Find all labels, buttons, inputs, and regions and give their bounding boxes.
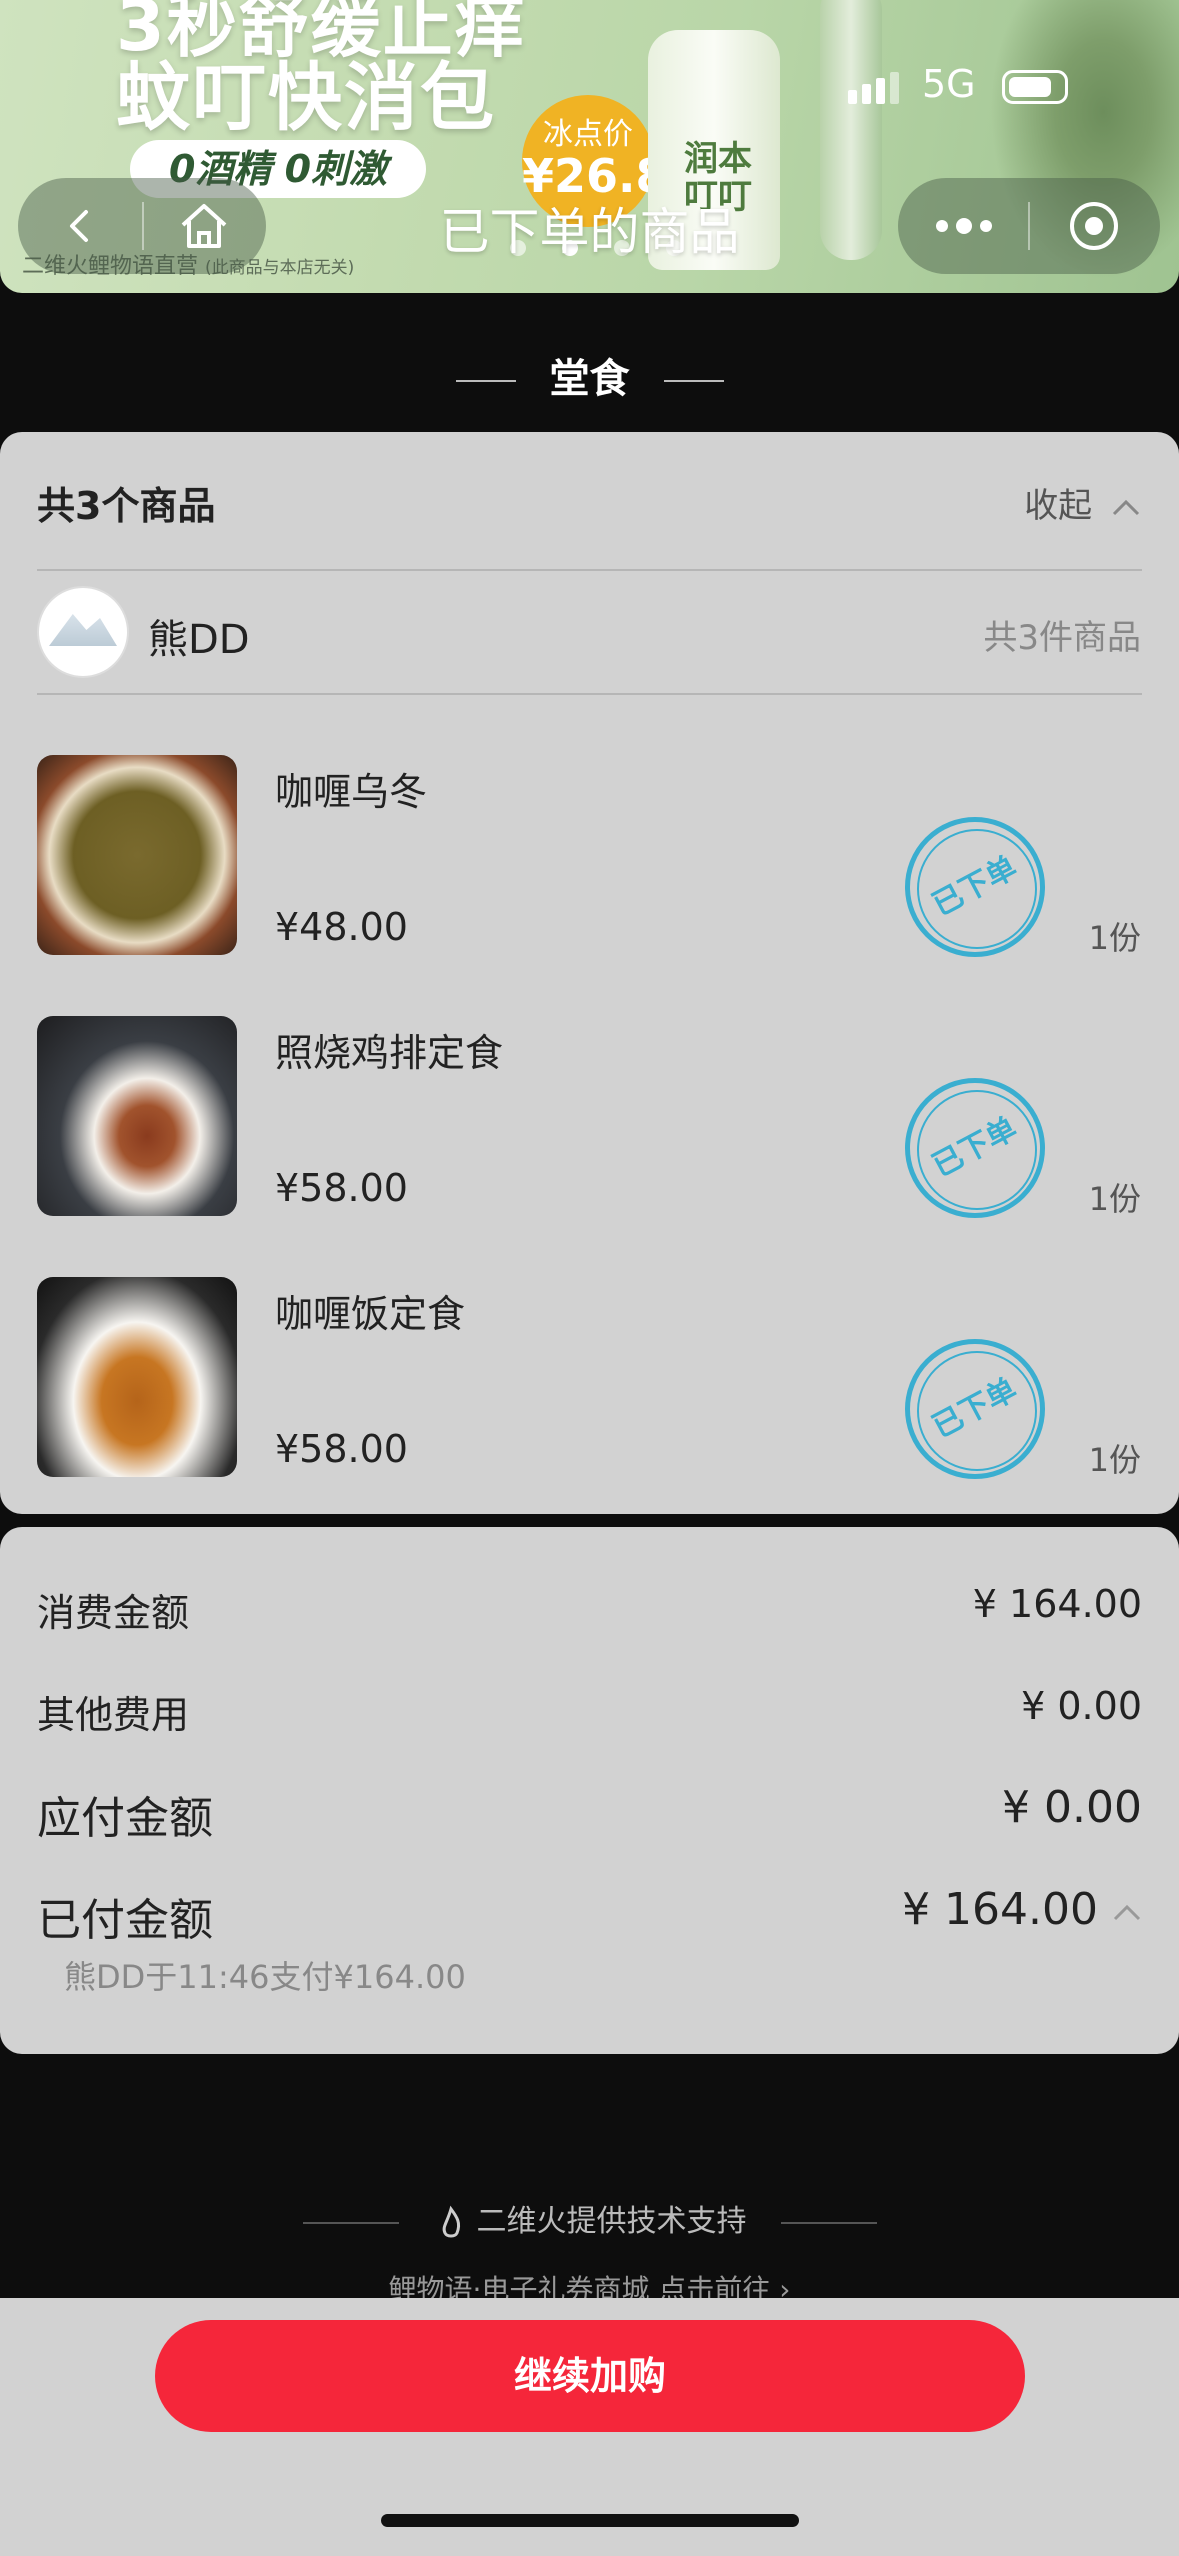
ordered-stamp-label: 已下单: [926, 1371, 1023, 1446]
order-items-card: 共3个商品 收起 熊DD 共3件商品 咖喱乌冬 ¥48.00 已下单 1份 照烧…: [0, 432, 1179, 1514]
ordered-stamp: 已下单: [905, 1339, 1045, 1479]
divider: [37, 693, 1142, 695]
merchant-avatar: [37, 586, 129, 678]
dish-quantity: 1份: [1088, 1180, 1141, 1218]
dish-quantity: 1份: [1088, 1441, 1141, 1479]
divider: [302, 2221, 399, 2224]
consume-value: ¥ 164.00: [972, 1582, 1142, 1626]
more-button[interactable]: [902, 178, 1026, 274]
dish-name: 咖喱饭定食: [275, 1292, 466, 1336]
divider: [780, 2221, 877, 2224]
continue-ordering-button[interactable]: 继续加购: [155, 2320, 1025, 2432]
other-fees-value: ¥ 0.00: [1021, 1684, 1142, 1728]
tech-support-footer: 二维火提供技术支持: [0, 2196, 1179, 2241]
nav-capsule-right: [898, 178, 1160, 274]
collapse-toggle[interactable]: 收起: [1024, 478, 1141, 527]
dish-photo: [37, 755, 237, 955]
network-type: 5G: [922, 62, 976, 106]
order-item: 咖喱饭定食 ¥58.00 已下单 1份: [0, 1277, 1179, 1479]
banner-headline-2: 蚊叮快消包: [116, 55, 496, 141]
merchant-item-count: 共3件商品: [983, 618, 1141, 658]
consume-label: 消费金额: [37, 1591, 190, 1635]
ordered-stamp: 已下单: [905, 1078, 1045, 1218]
price-badge-label: 冰点价: [543, 117, 633, 152]
collapse-label: 收起: [1024, 486, 1093, 526]
ordered-stamp: 已下单: [905, 817, 1045, 957]
more-icon: [936, 218, 992, 234]
home-indicator: [381, 2514, 799, 2527]
mall-link[interactable]: 鲤物语·电子礼券商城 点击前往 ›: [0, 2268, 1179, 2302]
battery-icon: [1002, 70, 1068, 104]
ordered-stamp-label: 已下单: [926, 1110, 1023, 1185]
dish-photo: [37, 1277, 237, 1477]
amount-paid-row[interactable]: 已付金额 ¥ 164.00: [37, 1884, 1142, 1946]
signal-icon: [848, 72, 904, 104]
dish-price: ¥58.00: [275, 1166, 408, 1210]
divider: [663, 380, 724, 382]
amount-due-row: 应付金额 ¥ 0.00: [37, 1782, 1142, 1844]
target-icon: [1070, 202, 1118, 250]
dish-photo: [37, 1016, 237, 1216]
payment-note: 熊DD于11:46支付¥164.00: [64, 1958, 466, 1996]
section-title: 堂食: [549, 356, 630, 402]
other-fees-label: 其他费用: [37, 1693, 190, 1737]
items-summary-title: 共3个商品: [37, 484, 216, 528]
dish-name: 照烧鸡排定食: [275, 1031, 504, 1075]
chevron-up-icon: [1112, 499, 1140, 516]
flame-logo-icon: [442, 2205, 460, 2237]
other-fees-row: 其他费用 ¥ 0.00: [37, 1684, 1142, 1737]
amount-due-label: 应付金额: [37, 1793, 213, 1844]
dish-price: ¥58.00: [275, 1427, 408, 1471]
order-item: 咖喱乌冬 ¥48.00 已下单 1份: [0, 755, 1179, 957]
order-item: 照烧鸡排定食 ¥58.00 已下单 1份: [0, 1016, 1179, 1218]
amount-due-value: ¥ 0.00: [1002, 1782, 1142, 1833]
section-heading: 堂食: [0, 346, 1179, 404]
ordered-stamp-label: 已下单: [926, 849, 1023, 924]
tech-support-text: 二维火提供技术支持: [476, 2204, 747, 2239]
divider: [37, 569, 1142, 571]
dish-quantity: 1份: [1088, 919, 1141, 957]
dish-price: ¥48.00: [275, 905, 408, 949]
amount-paid-value: ¥ 164.00: [902, 1884, 1098, 1935]
merchant-name: 熊DD: [148, 617, 250, 663]
amount-paid-label: 已付金额: [37, 1895, 213, 1946]
consume-amount-row: 消费金额 ¥ 164.00: [37, 1582, 1142, 1635]
divider: [455, 380, 516, 382]
chevron-up-icon: [1113, 1904, 1141, 1921]
dish-name: 咖喱乌冬: [275, 770, 428, 814]
close-miniapp-button[interactable]: [1032, 178, 1156, 274]
